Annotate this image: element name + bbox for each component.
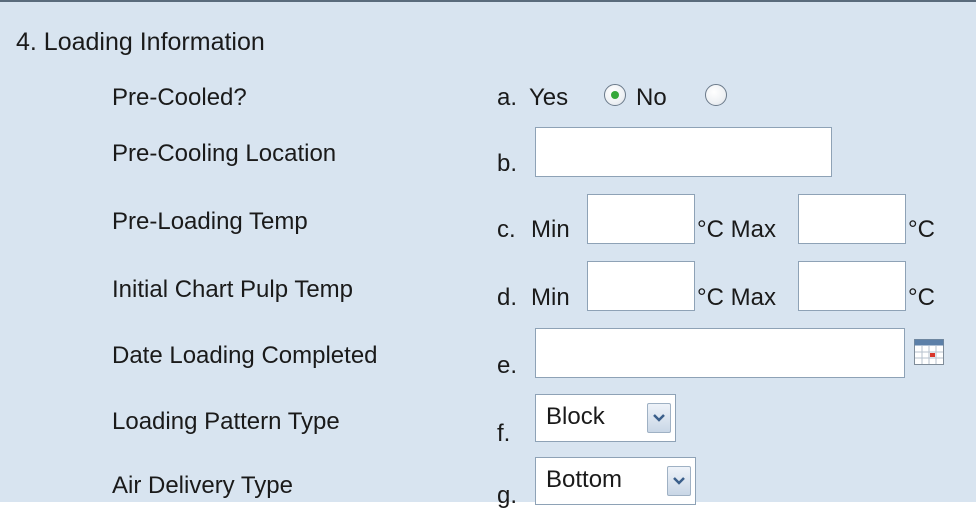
section-title: 4. Loading Information	[16, 28, 265, 56]
date-loading-completed-label: Date Loading Completed	[112, 342, 378, 369]
chevron-down-icon[interactable]	[667, 466, 691, 496]
date-loading-completed-letter: e.	[497, 352, 518, 379]
pre-loading-temp-min-input[interactable]	[587, 194, 695, 244]
loading-pattern-type-select[interactable]: Block	[535, 394, 676, 442]
yes-radio-button[interactable]	[604, 84, 626, 106]
no-radio-button[interactable]	[705, 84, 727, 106]
pre-loading-temp-letter: c.	[497, 216, 516, 243]
pre-loading-temp-label: Pre-Loading Temp	[112, 208, 308, 235]
loading-pattern-type-label: Loading Pattern Type	[112, 408, 340, 435]
calendar-icon[interactable]	[914, 339, 944, 365]
loading-pattern-type-letter: f.	[497, 420, 511, 447]
pre-loading-temp-max-label: °C Max	[697, 216, 776, 243]
pre-loading-temp-min-label: Min	[531, 216, 570, 243]
pre-loading-temp-max-input[interactable]	[798, 194, 906, 244]
initial-chart-pulp-temp-max-input[interactable]	[798, 261, 906, 311]
pre-cooled-letter: a.	[497, 84, 518, 111]
date-loading-completed-input[interactable]	[535, 328, 905, 378]
loading-pattern-type-value: Block	[546, 403, 605, 430]
pre-loading-temp-unit: °C	[908, 216, 935, 243]
pre-cooling-location-label: Pre-Cooling Location	[112, 140, 337, 167]
no-radio-label: No	[636, 84, 667, 111]
initial-chart-pulp-temp-max-label: °C Max	[697, 284, 776, 311]
initial-chart-pulp-temp-unit: °C	[908, 284, 935, 311]
pre-cooling-location-input[interactable]	[535, 127, 832, 177]
initial-chart-pulp-temp-letter: d.	[497, 284, 518, 311]
air-delivery-type-select[interactable]: Bottom	[535, 457, 696, 505]
air-delivery-type-label: Air Delivery Type	[112, 472, 293, 499]
initial-chart-pulp-temp-min-input[interactable]	[587, 261, 695, 311]
pre-cooled-label: Pre-Cooled?	[112, 84, 247, 111]
pre-cooling-location-letter: b.	[497, 150, 518, 177]
yes-radio-label: Yes	[529, 84, 569, 111]
loading-information-panel: 4. Loading Information Pre-Cooled? a. Ye…	[0, 0, 976, 509]
chevron-down-icon[interactable]	[647, 403, 671, 433]
initial-chart-pulp-temp-label: Initial Chart Pulp Temp	[112, 276, 354, 303]
initial-chart-pulp-temp-min-label: Min	[531, 284, 570, 311]
air-delivery-type-value: Bottom	[546, 466, 623, 493]
air-delivery-type-letter: g.	[497, 482, 518, 509]
